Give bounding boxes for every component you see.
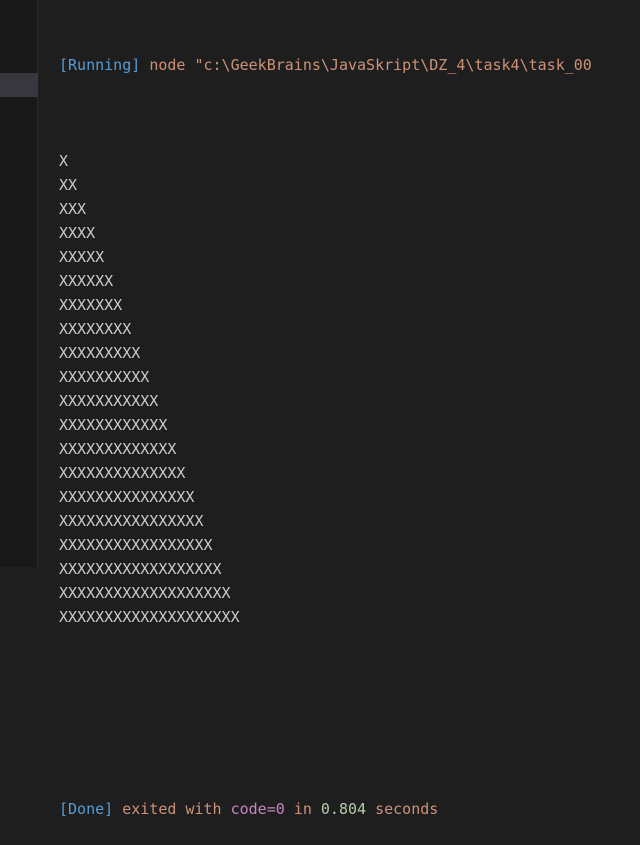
output-panel: [Running] node "c:\GeekBrains\JavaSkript… [59, 5, 640, 845]
output-line: XXXXXXXX [59, 320, 132, 338]
output-line: X [59, 152, 69, 170]
output-line: XXXXXX [59, 272, 114, 290]
output-line: XXXXXXXXXXXX [59, 416, 168, 434]
running-tag: [Running] [59, 56, 141, 74]
output-line: XXXXXXXXXXXXX [59, 440, 177, 458]
editor-gutter [0, 0, 38, 567]
exit-code: code=0 [230, 800, 285, 818]
output-line: XXXXXXXXXXXXXXXXXX [59, 560, 222, 578]
output-line: XXXXXXXXXXXXXXX [59, 488, 195, 506]
output-line: XXXXXXXXXXXXXX [59, 464, 186, 482]
output-line: XXXXXXXXXXXXXXXXXXX [59, 584, 231, 602]
output-line: XX [59, 176, 78, 194]
output-line: XXX [59, 200, 87, 218]
running-line: [Running] node "c:\GeekBrains\JavaSkript… [59, 53, 640, 77]
output-line: XXXXXXXXXXXXXXXXXXXX [59, 608, 240, 626]
done-tag: [Done] [59, 800, 114, 818]
run-command: node "c:\GeekBrains\JavaSkript\DZ_4\task… [149, 56, 592, 74]
seconds-text: seconds [375, 800, 439, 818]
elapsed-seconds: 0.804 [320, 800, 367, 818]
output-line: XXXXXXXXXXXXXXXX [59, 512, 204, 530]
output-lines: X XX XXX XXXX XXXXX XXXXXX XXXXXXX XXXXXXXX XXXX… [59, 149, 640, 629]
output-line: XXXXXXXXXX [59, 368, 150, 386]
output-line: XXXXXXXXX [59, 344, 141, 362]
output-line: XXXXX [59, 248, 105, 266]
exited-with-text: exited with [122, 800, 222, 818]
output-line: XXXXXXXXXXX [59, 392, 159, 410]
done-line: [Done] exited with code=0 in 0.804 secon… [59, 797, 640, 821]
output-line: XXXXXXX [59, 296, 123, 314]
output-line: XXXX [59, 224, 96, 242]
output-line: XXXXXXXXXXXXXXXXX [59, 536, 213, 554]
gutter-active-marker [0, 73, 38, 97]
in-text: in [293, 800, 312, 818]
